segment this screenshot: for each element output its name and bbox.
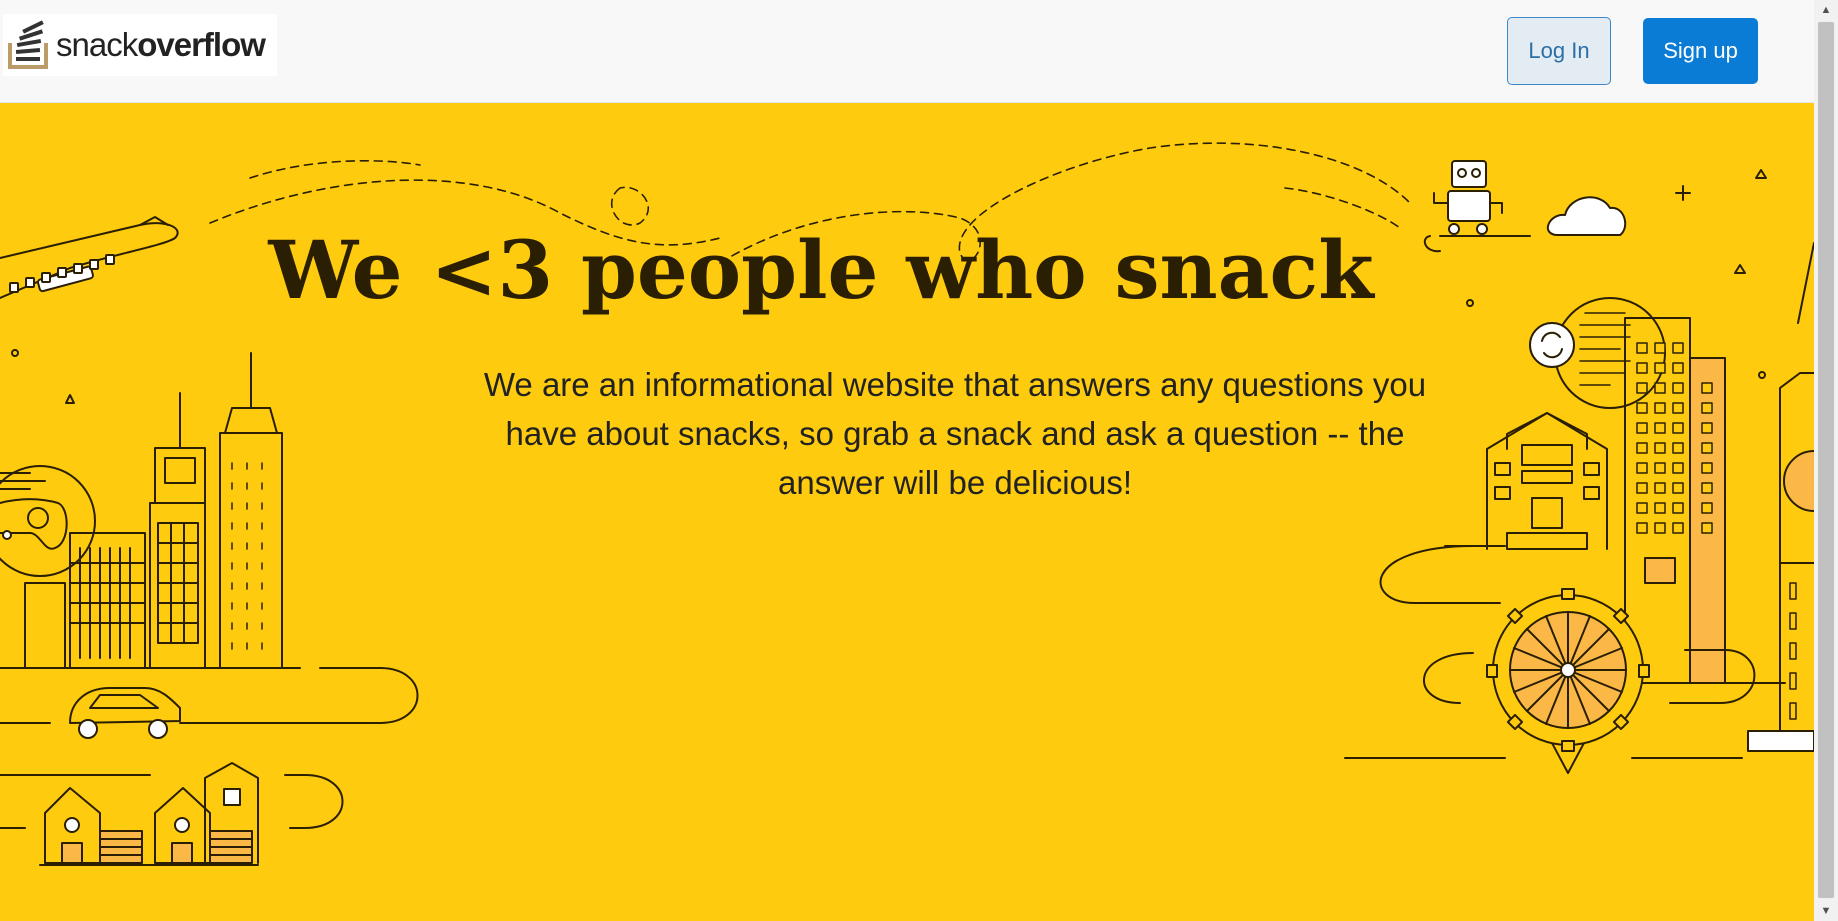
hero-section: We <3 people who snack We are an informa… <box>0 103 1814 921</box>
ferris-wheel-icon <box>1486 588 1650 774</box>
school-building-icon <box>1486 412 1608 550</box>
hero-description: We are an informational website that ans… <box>483 366 1427 501</box>
car-icon <box>69 687 181 739</box>
site-logo[interactable]: snackoverflow <box>3 14 277 76</box>
login-button[interactable]: Log In <box>1507 17 1611 85</box>
hero-title: We <3 people who snack <box>268 223 1374 317</box>
vertical-scrollbar[interactable]: ▲ ▼ <box>1814 0 1838 921</box>
logo-word-bold: overflow <box>137 26 266 63</box>
signup-button[interactable]: Sign up <box>1643 18 1758 84</box>
clock-tower-icon <box>1747 242 1814 752</box>
scrollbar-thumb[interactable] <box>1818 22 1834 898</box>
scroll-down-arrow-icon[interactable]: ▼ <box>1814 901 1838 921</box>
site-header: snackoverflow Log In Sign up <box>0 0 1814 103</box>
scroll-up-arrow-icon[interactable]: ▲ <box>1814 0 1838 20</box>
houses-icon <box>39 762 259 866</box>
logo-wordmark: snackoverflow <box>56 26 266 64</box>
left-city-skyline <box>0 352 419 866</box>
stack-logo-icon <box>8 20 48 69</box>
logo-word-light: snack <box>56 26 138 63</box>
refresh-icon <box>1529 322 1575 368</box>
